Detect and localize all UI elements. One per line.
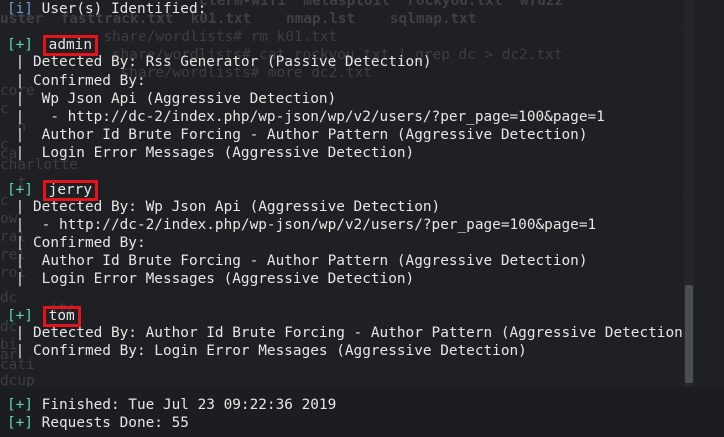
finished-line: [+] Finished: Tue Jul 23 09:22:36 2019 (7, 396, 336, 414)
user-detail-line: | - http://dc-2/index.php/wp-json/wp/v2/… (7, 108, 605, 125)
header-text: User(s) Identified: (33, 1, 207, 17)
user-detail-line: | Author Id Brute Forcing - Author Patte… (7, 253, 588, 270)
success-prefix: [+] (7, 415, 33, 432)
finished-text: Finished: Tue Jul 23 09:22:36 2019 (33, 397, 337, 413)
terminal-window[interactable]: cterm-wifi metasploit rockyou.txt wfuzz … (0, 0, 724, 437)
user-detail-line: | Detected By: Wp Json Api (Aggressive D… (7, 198, 441, 215)
info-prefix: [i] (7, 1, 33, 17)
user-detail-line: | - http://dc-2/index.php/wp-json/wp/v2/… (7, 216, 597, 233)
user-detail-line: | Detected By: Author Id Brute Forcing -… (7, 324, 692, 341)
scan-summary: [+] Finished: Tue Jul 23 09:22:36 2019 [… (7, 396, 336, 432)
user-detail-line: | Login Error Messages (Aggressive Detec… (7, 271, 415, 288)
success-prefix: [+] (7, 397, 33, 413)
user-detail-line: | Confirmed By: (7, 235, 146, 252)
success-prefix: [+] (7, 37, 33, 54)
success-prefix: [+] (7, 307, 33, 324)
users-identified-header: [i] User(s) Identified: (7, 0, 707, 18)
user-heading-jerry: [+] jerry (7, 179, 707, 201)
success-prefix: [+] (7, 181, 33, 198)
terminal-scrollbar[interactable] (684, 0, 694, 388)
scrollbar-thumb[interactable] (685, 285, 693, 383)
user-detail-line: | Wp Json Api (Aggressive Detection) (7, 90, 337, 107)
user-heading-tom: [+] tom (7, 305, 707, 327)
user-detail-line: | Detected By: Rss Generator (Passive De… (7, 54, 432, 71)
wpscan-output[interactable]: [i] User(s) Identified: [+] admin | Dete… (7, 0, 707, 360)
user-detail-line: | Confirmed By: Login Error Messages (Ag… (7, 343, 527, 359)
user-detail-line: | Confirmed By: (7, 72, 146, 89)
user-detail-line: | Author Id Brute Forcing - Author Patte… (7, 127, 588, 144)
requests-line: [+] Requests Done: 55 (7, 414, 336, 432)
requests-text: Requests Done: 55 (33, 415, 189, 432)
user-heading-admin: [+] admin (7, 35, 707, 57)
user-detail-line: | Login Error Messages (Aggressive Detec… (7, 145, 415, 162)
